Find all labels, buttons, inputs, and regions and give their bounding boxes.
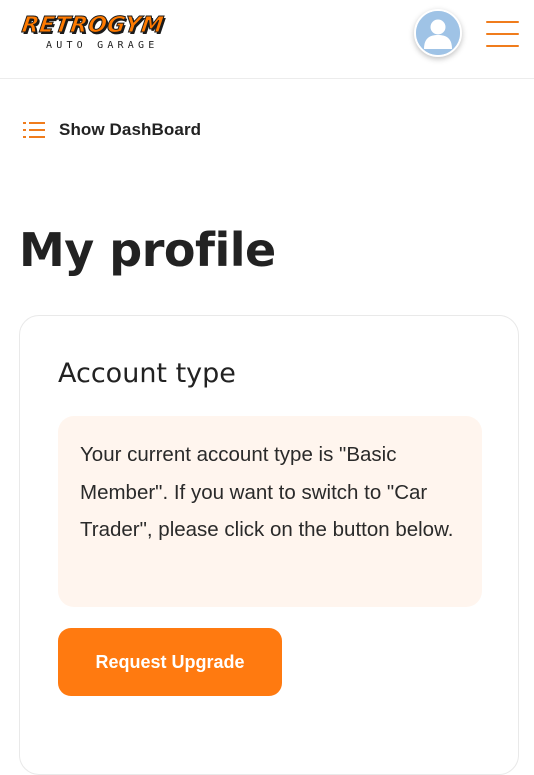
list-icon: [23, 122, 45, 138]
account-type-notice: Your current account type is "Basic Memb…: [58, 416, 482, 607]
user-avatar-icon: [416, 11, 460, 55]
site-header: RETROGYM AUTO GARAGE: [0, 0, 534, 79]
logo-tagline: AUTO GARAGE: [46, 40, 159, 51]
site-logo[interactable]: RETROGYM AUTO GARAGE: [20, 13, 218, 54]
account-type-card: Account type Your current account type i…: [19, 315, 519, 775]
show-dashboard-label: Show DashBoard: [59, 120, 202, 139]
logo-wordmark: RETROGYM: [20, 13, 166, 39]
user-avatar-button[interactable]: [414, 9, 462, 57]
show-dashboard-button[interactable]: Show DashBoard: [23, 117, 201, 143]
hamburger-menu-icon[interactable]: [486, 20, 520, 48]
request-upgrade-button[interactable]: Request Upgrade: [58, 628, 282, 696]
page-title: My profile: [19, 223, 276, 277]
hamburger-bar: [486, 45, 519, 47]
hamburger-bar: [486, 21, 519, 23]
hamburger-bar: [486, 33, 519, 35]
account-type-heading: Account type: [58, 358, 236, 389]
